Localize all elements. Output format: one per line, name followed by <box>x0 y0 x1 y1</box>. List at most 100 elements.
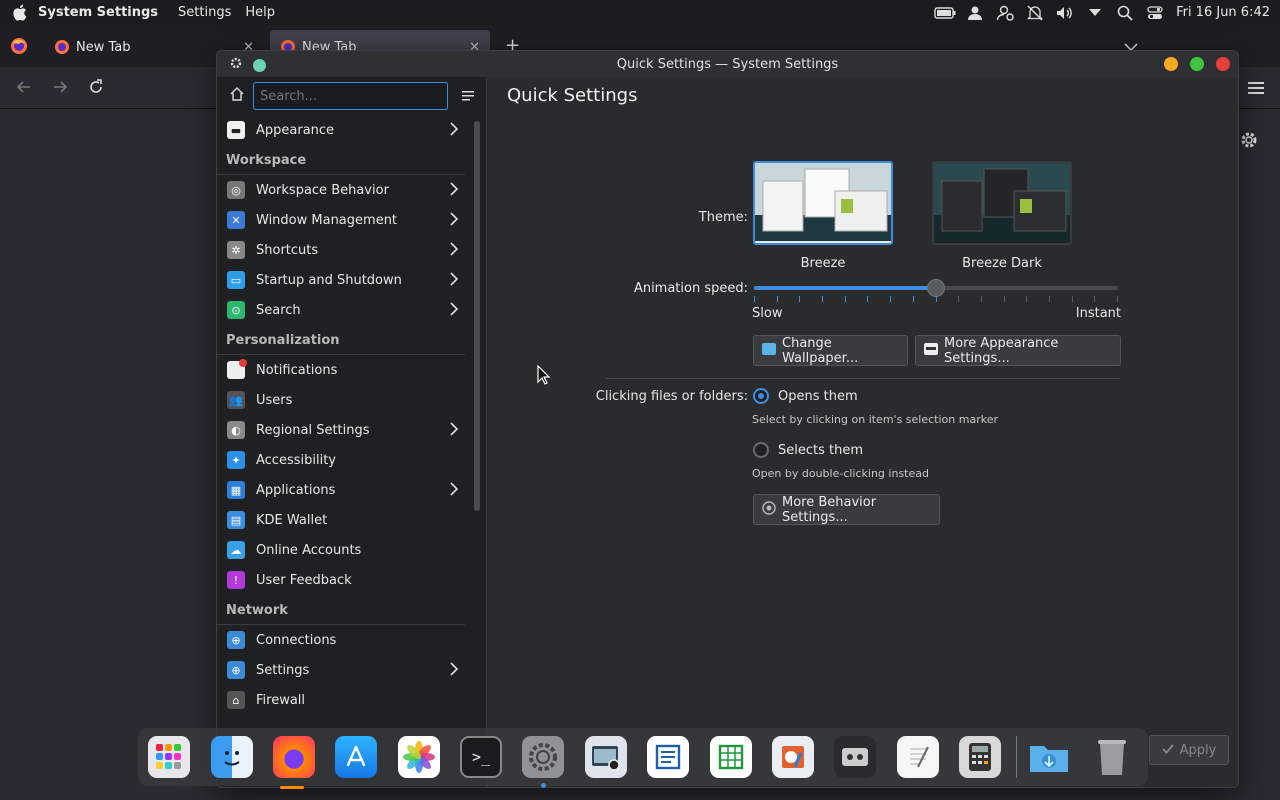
dock-item-media[interactable] <box>829 734 881 780</box>
forward-icon[interactable] <box>52 79 68 99</box>
sidebar-item-regional-settings[interactable]: ◐ Regional Settings <box>217 415 475 445</box>
sidebar-item-accessibility[interactable]: ✦ Accessibility <box>217 445 475 475</box>
keep-above-icon[interactable] <box>253 58 266 72</box>
notifications-muted-icon[interactable] <box>1020 5 1050 21</box>
launchpad-icon <box>148 736 191 778</box>
opens-them-label[interactable]: Opens them <box>778 389 858 404</box>
dock-item-firefox[interactable] <box>268 734 320 780</box>
section-heading-workspace: Workspace <box>217 145 465 175</box>
sidebar-item-online-accounts[interactable]: ☁ Online Accounts <box>217 535 475 565</box>
animation-speed-slider[interactable] <box>754 279 1118 302</box>
menu-help[interactable]: Help <box>245 5 275 20</box>
sidebar-item-label: Applications <box>256 482 336 498</box>
sidebar-item-kde-wallet[interactable]: ▤ KDE Wallet <box>217 505 475 535</box>
search-input[interactable] <box>253 82 448 110</box>
sidebar-item-label: Users <box>256 392 293 408</box>
dock-item-terminal[interactable]: >_ <box>455 734 507 780</box>
dock-item-photos[interactable] <box>393 734 445 780</box>
sidebar-item-label: Window Management <box>256 212 398 228</box>
window-menu-icon[interactable] <box>229 56 243 74</box>
apple-menu-icon[interactable] <box>0 4 38 21</box>
sidebar-item-user-feedback[interactable]: ! User Feedback <box>217 565 475 595</box>
dock-item-screenshot[interactable] <box>580 734 632 780</box>
selects-them-label[interactable]: Selects them <box>778 443 863 458</box>
sidebar-item-startup-and-shutdown[interactable]: ▭ Startup and Shutdown <box>217 265 475 295</box>
user-switch-icon[interactable] <box>990 5 1020 21</box>
menu-icon[interactable] <box>462 87 476 106</box>
selects-them-radio[interactable] <box>753 442 769 458</box>
close-button[interactable] <box>1216 57 1230 71</box>
volume-icon[interactable] <box>1050 5 1080 21</box>
apply-button[interactable]: Apply <box>1149 735 1229 765</box>
dock-item-downloads[interactable] <box>1023 734 1075 780</box>
button-label: More Behavior Settings... <box>782 494 877 525</box>
dock-item-calc[interactable] <box>704 734 756 780</box>
downloads-folder-icon <box>1028 736 1070 778</box>
system-menubar: System Settings Settings Help Fri 16 Jun… <box>0 0 1280 25</box>
button-label: Change Wallpaper... <box>782 335 859 366</box>
sidebar-scrollbar[interactable] <box>474 121 480 511</box>
menubar-app-name[interactable]: System Settings <box>38 5 158 20</box>
clicking-files-label: Clicking files or folders: <box>595 389 748 404</box>
sidebar-item-appearance[interactable]: ▬ Appearance <box>217 115 475 145</box>
back-icon[interactable] <box>16 79 32 99</box>
battery-icon[interactable] <box>930 6 960 19</box>
dock-item-text-editor[interactable] <box>892 734 944 780</box>
window-titlebar[interactable]: Quick Settings — System Settings <box>217 51 1238 77</box>
chevron-down-icon[interactable] <box>1080 8 1110 17</box>
dock-item-system-settings[interactable] <box>517 734 569 788</box>
slider-tick <box>754 296 755 302</box>
dock-item-launchpad[interactable] <box>143 734 195 780</box>
animation-speed-label: Animation speed: <box>633 281 748 296</box>
theme-name: Breeze Dark <box>962 256 1042 271</box>
dock-item-trash[interactable] <box>1086 734 1138 780</box>
notifications-icon <box>227 359 247 379</box>
dock-item-finder[interactable] <box>205 734 257 780</box>
reload-icon[interactable] <box>88 79 104 99</box>
sidebar-item-window-management[interactable]: ✕ Window Management <box>217 205 475 235</box>
users-icon: 👥 <box>227 391 245 409</box>
sidebar-item-label: Accessibility <box>256 452 336 468</box>
clock[interactable]: Fri 16 Jun 6:42 <box>1176 5 1270 20</box>
control-center-icon[interactable] <box>1140 5 1170 21</box>
sidebar-item-search[interactable]: ⊙ Search <box>217 295 475 325</box>
gear-icon[interactable] <box>1240 131 1258 153</box>
sidebar-item-network-settings[interactable]: ⊕ Settings <box>217 655 475 685</box>
theme-breeze-preview[interactable] <box>753 161 893 245</box>
chevron-right-icon <box>449 182 459 200</box>
home-icon[interactable] <box>229 86 245 106</box>
spotlight-search-icon[interactable] <box>1110 5 1140 21</box>
network-settings-icon: ⊕ <box>227 661 245 679</box>
sidebar-item-connections[interactable]: ⊕ Connections <box>217 625 475 655</box>
slider-handle[interactable] <box>927 279 945 297</box>
sidebar-item-applications[interactable]: ▦ Applications <box>217 475 475 505</box>
dock-item-app-store[interactable] <box>330 734 382 780</box>
sidebar-item-users[interactable]: 👥 Users <box>217 385 475 415</box>
sidebar-item-firewall[interactable]: ⌂ Firewall <box>217 685 475 715</box>
more-appearance-settings-button[interactable]: More Appearance Settings... <box>915 335 1121 366</box>
opens-them-radio[interactable] <box>753 388 769 404</box>
slider-tick <box>1094 296 1095 302</box>
slider-tick <box>913 296 914 302</box>
user-icon[interactable] <box>960 5 990 21</box>
dock-item-calculator[interactable] <box>954 734 1006 780</box>
section-separator <box>606 378 1120 379</box>
startup-icon: ▭ <box>227 271 245 289</box>
page-title: Quick Settings <box>507 85 638 106</box>
sidebar-item-notifications[interactable]: Notifications <box>217 355 475 385</box>
sidebar-item-shortcuts[interactable]: ✲ Shortcuts <box>217 235 475 265</box>
text-editor-icon <box>896 736 939 778</box>
browser-menu-icon[interactable] <box>1248 80 1264 99</box>
menu-settings[interactable]: Settings <box>178 5 231 20</box>
sidebar-item-label: Firewall <box>256 692 306 708</box>
dock-item-draw[interactable] <box>767 734 819 780</box>
maximize-button[interactable] <box>1190 57 1204 71</box>
slider-tick <box>1117 296 1118 302</box>
minimize-button[interactable] <box>1164 57 1178 71</box>
slider-min-label: Slow <box>752 306 783 321</box>
more-behavior-settings-button[interactable]: More Behavior Settings... <box>753 494 940 525</box>
theme-breeze-dark-preview[interactable] <box>932 161 1072 245</box>
sidebar-item-workspace-behavior[interactable]: ◎ Workspace Behavior <box>217 175 475 205</box>
change-wallpaper-button[interactable]: Change Wallpaper... <box>753 335 908 366</box>
dock-item-writer[interactable] <box>642 734 694 780</box>
